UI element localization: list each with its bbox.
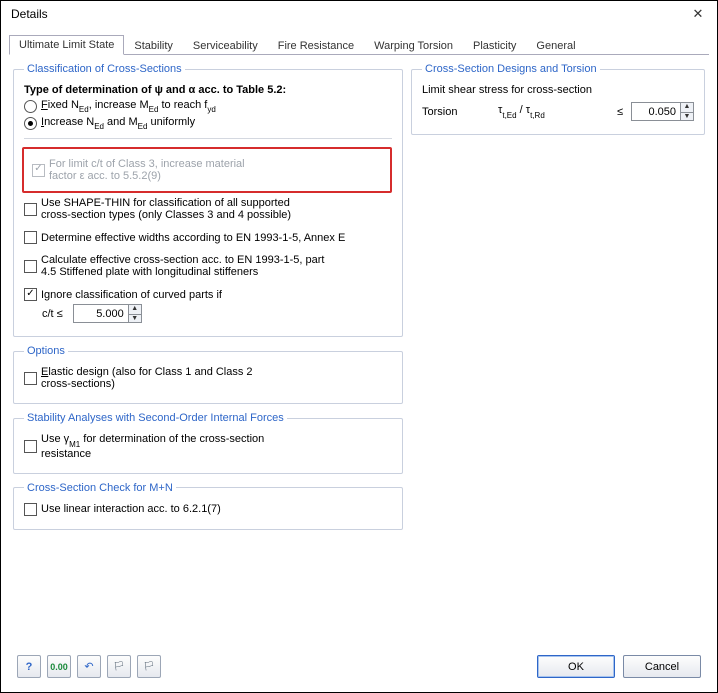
check-class3-epsilon: For limit c/t of Class 3, increase mater…: [32, 158, 382, 182]
check-calc-effective-cs[interactable]: Calculate effective cross-section acc. t…: [24, 254, 392, 278]
reset-button[interactable]: ↶: [77, 655, 101, 678]
flag-icon: 🏳: [113, 661, 124, 672]
torsion-label: Torsion: [422, 106, 494, 118]
legend-stability: Stability Analyses with Second-Order Int…: [24, 412, 287, 424]
check-gamma-m1[interactable]: Use γM1 for determination of the cross-s…: [24, 433, 392, 459]
checkbox-icon: [24, 503, 37, 516]
chevron-up-icon: ▲: [128, 304, 142, 314]
chevron-down-icon: ▼: [680, 112, 694, 122]
chevron-down-icon: ▼: [128, 314, 142, 324]
radio-fixed-label: Fixed NEd, increase MEd to reach fyd: [41, 99, 216, 113]
help-icon: ?: [26, 661, 33, 673]
tool-buttons: ? 0.00 ↶ 🏳 🏳: [17, 655, 161, 678]
check-elastic-label: Elastic design (also for Class 1 and Cla…: [41, 366, 253, 390]
titlebar: Details ✕: [1, 1, 717, 27]
group-stability: Stability Analyses with Second-Order Int…: [13, 412, 403, 473]
separator: [24, 138, 392, 139]
torsion-spinner[interactable]: ▲▼: [631, 102, 694, 121]
tab-serviceability[interactable]: Serviceability: [183, 36, 268, 55]
check-linear-label: Use linear interaction acc. to 6.2.1(7): [41, 503, 221, 515]
radio-icon: [24, 117, 37, 130]
torsion-ratio: τt,Ed / τt,Rd: [498, 104, 545, 118]
national-annex-button[interactable]: 🏳: [107, 655, 131, 678]
units-button[interactable]: 0.00: [47, 655, 71, 678]
less-equal-label: ≤: [617, 106, 623, 118]
tab-stability[interactable]: Stability: [124, 36, 183, 55]
check-shape-thin[interactable]: Use SHAPE-THIN for classification of all…: [24, 197, 392, 221]
check-shape-thin-label: Use SHAPE-THIN for classification of all…: [41, 197, 291, 221]
checkbox-icon: [24, 203, 37, 216]
check-linear-interaction[interactable]: Use linear interaction acc. to 6.2.1(7): [24, 503, 392, 516]
torsion-shear-label: Limit shear stress for cross-section: [422, 84, 694, 96]
checkbox-icon: [24, 372, 37, 385]
bottom-bar: ? 0.00 ↶ 🏳 🏳 OK Cancel: [9, 649, 709, 686]
radio-icon: [24, 100, 37, 113]
close-icon[interactable]: ✕: [687, 6, 709, 22]
help-button[interactable]: ?: [17, 655, 41, 678]
legend-torsion: Cross-Section Designs and Torsion: [422, 63, 600, 75]
torsion-row: Torsion τt,Ed / τt,Rd ≤ ▲▼: [422, 102, 694, 121]
spinner-buttons[interactable]: ▲▼: [680, 102, 694, 121]
check-ignore-curved-label: Ignore classification of curved parts if: [41, 289, 222, 301]
check-effective-widths[interactable]: Determine effective widths according to …: [24, 231, 392, 244]
radio-fixed-ned[interactable]: Fixed NEd, increase MEd to reach fyd: [24, 99, 392, 113]
tab-plasticity[interactable]: Plasticity: [463, 36, 526, 55]
tab-fire-resistance[interactable]: Fire Resistance: [268, 36, 364, 55]
highlight-class3-epsilon: For limit c/t of Class 3, increase mater…: [22, 147, 392, 193]
units-icon: 0.00: [50, 662, 68, 672]
checkbox-icon: [32, 164, 45, 177]
ct-input[interactable]: [73, 304, 129, 323]
tab-general[interactable]: General: [526, 36, 585, 55]
spinner-buttons[interactable]: ▲▼: [128, 304, 142, 323]
classification-heading: Type of determination of ψ and α acc. to…: [24, 84, 392, 96]
group-mn-check: Cross-Section Check for M+N Use linear i…: [13, 482, 403, 530]
radio-increase-label: Increase NEd and MEd uniformly: [41, 116, 195, 130]
flag-icon: 🏳: [143, 661, 154, 672]
tab-ultimate-limit-state[interactable]: Ultimate Limit State: [9, 35, 124, 55]
checkbox-icon: [24, 440, 37, 453]
legend-options: Options: [24, 345, 68, 357]
check-ignore-curved[interactable]: Ignore classification of curved parts if: [24, 288, 392, 301]
window-title: Details: [11, 7, 48, 21]
chevron-up-icon: ▲: [680, 102, 694, 112]
client-area: Ultimate Limit State Stability Serviceab…: [1, 27, 717, 692]
legend-mn-check: Cross-Section Check for M+N: [24, 482, 176, 494]
tab-warping-torsion[interactable]: Warping Torsion: [364, 36, 463, 55]
group-torsion: Cross-Section Designs and Torsion Limit …: [411, 63, 705, 135]
torsion-input[interactable]: [631, 102, 681, 121]
ok-button[interactable]: OK: [537, 655, 615, 678]
checkbox-icon: [24, 260, 37, 273]
ct-limit-row: c/t ≤ ▲▼: [42, 304, 392, 323]
tabstrip: Ultimate Limit State Stability Serviceab…: [9, 33, 709, 55]
ct-label: c/t ≤: [42, 308, 63, 320]
check-calc-effective-cs-label: Calculate effective cross-section acc. t…: [41, 254, 325, 278]
national-annex-alt-button[interactable]: 🏳: [137, 655, 161, 678]
checkbox-icon: [24, 288, 37, 301]
undo-icon: ↶: [84, 660, 93, 673]
check-class3-label: For limit c/t of Class 3, increase mater…: [49, 158, 245, 182]
checkbox-icon: [24, 231, 37, 244]
check-effective-widths-label: Determine effective widths according to …: [41, 232, 345, 244]
group-options: Options Elastic design (also for Class 1…: [13, 345, 403, 404]
ok-cancel: OK Cancel: [537, 655, 701, 678]
check-gamma-label: Use γM1 for determination of the cross-s…: [41, 433, 264, 459]
radio-increase-uniformly[interactable]: Increase NEd and MEd uniformly: [24, 116, 392, 130]
cancel-button[interactable]: Cancel: [623, 655, 701, 678]
details-dialog: Details ✕ Ultimate Limit State Stability…: [0, 0, 718, 693]
group-classification: Classification of Cross-Sections Type of…: [13, 63, 403, 337]
ct-spinner[interactable]: ▲▼: [73, 304, 142, 323]
legend-classification: Classification of Cross-Sections: [24, 63, 185, 75]
check-elastic-design[interactable]: Elastic design (also for Class 1 and Cla…: [24, 366, 392, 390]
